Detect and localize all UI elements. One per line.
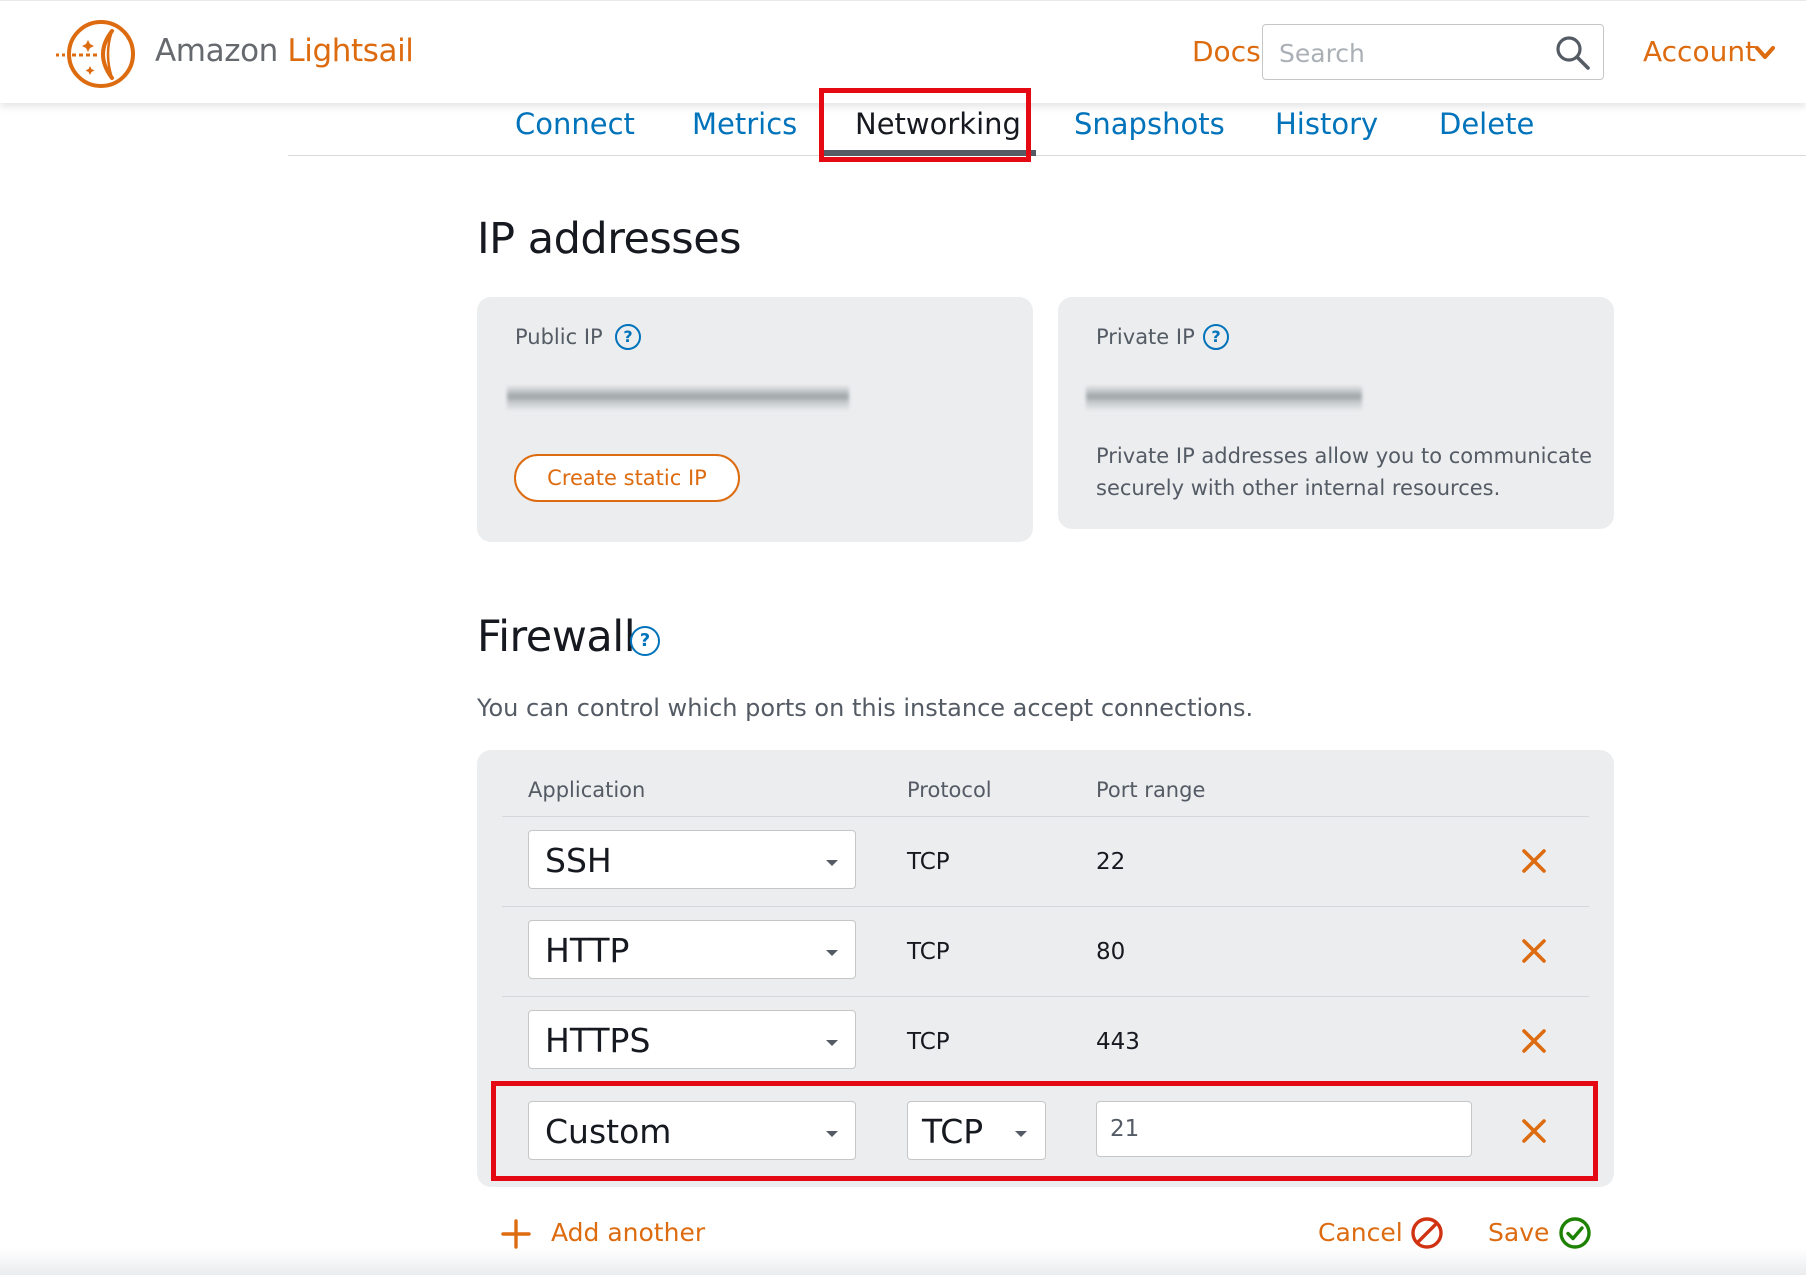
delete-icon[interactable] — [1519, 846, 1549, 876]
dropdown-caret-icon — [826, 1131, 838, 1137]
protocol-value: TCP — [922, 1112, 984, 1151]
tab-metrics[interactable]: Metrics — [692, 107, 797, 141]
application-select[interactable]: HTTP — [528, 920, 856, 979]
tabs-divider — [288, 155, 1806, 156]
tab-delete[interactable]: Delete — [1439, 107, 1534, 141]
column-header-application: Application — [528, 778, 646, 802]
help-icon[interactable]: ? — [1203, 324, 1229, 350]
delete-icon[interactable] — [1519, 936, 1549, 966]
public-ip-label: Public IP — [515, 325, 603, 349]
tab-snapshots[interactable]: Snapshots — [1074, 107, 1225, 141]
private-ip-label: Private IP — [1096, 325, 1195, 349]
brand-prefix: Amazon — [155, 33, 278, 69]
private-ip-description: Private IP addresses allow you to commun… — [1096, 444, 1593, 500]
application-value: Custom — [545, 1112, 672, 1151]
chevron-down-icon[interactable] — [1754, 45, 1776, 61]
help-icon[interactable]: ? — [615, 324, 641, 350]
help-icon[interactable]: ? — [630, 626, 660, 656]
brand-product: Lightsail — [287, 33, 414, 69]
application-value: HTTPS — [545, 1021, 651, 1060]
delete-icon[interactable] — [1519, 1026, 1549, 1056]
cancel-button[interactable]: Cancel — [1318, 1214, 1446, 1254]
column-header-protocol: Protocol — [907, 778, 992, 802]
port-range-input[interactable] — [1096, 1101, 1472, 1157]
dropdown-caret-icon — [826, 860, 838, 866]
firewall-title: Firewall — [477, 612, 636, 662]
lightsail-logo-icon[interactable] — [54, 18, 140, 90]
dropdown-caret-icon — [826, 950, 838, 956]
cancel-icon — [1411, 1217, 1443, 1249]
save-button[interactable]: Save — [1488, 1214, 1592, 1254]
private-ip-card: Private IP ? Private IP addresses allow … — [1058, 297, 1614, 529]
public-ip-value-redacted — [507, 383, 849, 413]
cancel-label: Cancel — [1318, 1218, 1403, 1247]
table-row: HTTPS TCP 443 — [477, 997, 1614, 1086]
brand-name[interactable]: Amazon Lightsail — [155, 33, 414, 69]
application-select[interactable]: HTTPS — [528, 1010, 856, 1069]
private-ip-value-redacted — [1086, 383, 1362, 413]
tab-networking[interactable]: Networking — [855, 107, 1021, 141]
application-value: HTTP — [545, 931, 630, 970]
search-icon[interactable] — [1555, 35, 1591, 71]
search-box — [1262, 24, 1604, 80]
docs-link[interactable]: Docs — [1192, 35, 1261, 68]
check-circle-icon — [1559, 1217, 1591, 1249]
protocol-value: TCP — [907, 939, 950, 965]
active-tab-indicator — [823, 150, 1036, 156]
application-select[interactable]: Custom — [528, 1101, 856, 1160]
firewall-description: You can control which ports on this inst… — [477, 694, 1254, 722]
tab-history[interactable]: History — [1275, 107, 1378, 141]
dropdown-caret-icon — [826, 1040, 838, 1046]
add-another-label: Add another — [551, 1218, 706, 1247]
protocol-value: TCP — [907, 1029, 950, 1055]
application-value: SSH — [545, 841, 612, 880]
top-bar: Amazon Lightsail Docs Account — [0, 0, 1806, 103]
firewall-rules-table: Application Protocol Port range SSH TCP … — [477, 750, 1614, 1187]
save-label: Save — [1488, 1218, 1550, 1247]
protocol-select[interactable]: TCP — [907, 1101, 1046, 1160]
port-range-value: 80 — [1096, 939, 1126, 965]
public-ip-card: Public IP ? Create static IP — [477, 297, 1033, 542]
create-static-ip-button[interactable]: Create static IP — [514, 454, 740, 502]
application-select[interactable]: SSH — [528, 830, 856, 889]
delete-icon[interactable] — [1519, 1116, 1549, 1146]
table-row: SSH TCP 22 — [477, 817, 1614, 906]
tab-connect[interactable]: Connect — [515, 107, 635, 141]
ip-addresses-title: IP addresses — [477, 214, 742, 264]
protocol-value: TCP — [907, 849, 950, 875]
plus-icon — [501, 1219, 531, 1249]
port-range-value: 443 — [1096, 1029, 1140, 1055]
dropdown-caret-icon — [1015, 1131, 1027, 1137]
column-header-port-range: Port range — [1096, 778, 1206, 802]
table-row: HTTP TCP 80 — [477, 907, 1614, 996]
search-input[interactable] — [1277, 35, 1551, 71]
port-range-value: 22 — [1096, 849, 1126, 875]
account-menu[interactable]: Account — [1643, 35, 1756, 68]
